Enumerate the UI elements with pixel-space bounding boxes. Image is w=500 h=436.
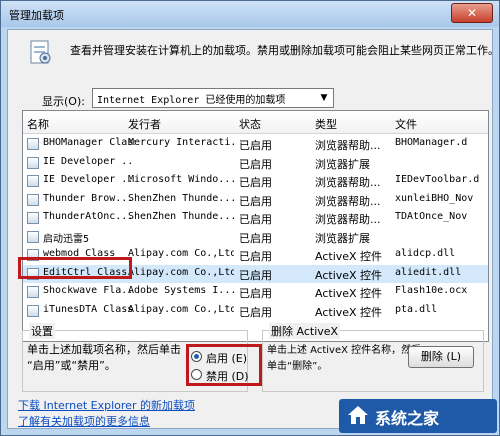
table-cell: 已启用 [239,176,272,189]
table-cell: BHOManager.d [395,137,468,148]
table-cell: TDAtOnce_Nov [395,211,468,222]
table-cell: ShenZhen Thunde... [128,211,234,222]
table-cell: IE Developer ... [43,155,135,167]
addon-icon [27,156,39,169]
delete-button[interactable]: 删除 (L) [408,346,474,368]
table-cell: 浏览器帮助... [315,176,381,189]
table-cell: 已启用 [239,287,272,300]
table-header: 名称 发行者 状态 类型 文件 [23,111,488,134]
addon-icon [27,304,39,317]
table-cell: alidcp.dll [395,248,456,259]
delete-hint-line2: 单击“删除”。 [267,361,328,372]
addon-icon [27,175,39,187]
table-row[interactable]: ThunderAtOnc... ShenZhen Thunde... 已启用 浏览器帮… [23,209,488,227]
column-header[interactable]: 类型 [315,116,337,132]
table-cell: ActiveX 控件 [315,287,383,300]
table-cell: pta.dll [395,303,438,315]
table-cell: Shockwave Fla... [43,285,135,296]
table-cell: Alipay.com Co.,Ltd [128,303,234,315]
table-cell: 已启用 [239,268,272,282]
header-description: 查看并管理安装在计算机上的加载项。禁用或删除加载项可能会阻止某些网页正常工作。 [70,44,499,57]
table-cell: 已启用 [239,139,272,152]
close-button[interactable]: ✕ [451,3,493,23]
table-cell: ActiveX 控件 [315,268,383,282]
table-cell: 已启用 [239,157,272,171]
highlight-radio-group [186,344,262,386]
table-row[interactable]: Thunder Brow... ShenZhen Thunde... 已启用 浏览器帮… [23,191,488,209]
table-cell: iTunesDTA Class [43,303,134,315]
addon-icon [27,286,39,298]
dialog-body: 查看并管理安装在计算机上的加载项。禁用或删除加载项可能会阻止某些网页正常工作。 … [7,29,499,429]
table-cell: aliedit.dll [395,266,462,278]
watermark-text: 系统之家 [375,409,440,428]
table-cell: Adobe Systems I... [128,285,234,296]
manage-addons-window: 管理加载项 ✕ 查看并管理安装在计算机上的加载项。禁用或删除加载项可能会阻止某些… [0,0,500,436]
highlight-editctrl-row [18,257,132,279]
table-cell: 已启用 [239,194,272,208]
table-cell: 浏览器帮助... [315,139,381,152]
table-cell: 已启用 [239,305,272,319]
table-cell: IE Developer ... [43,174,135,185]
table-cell: xunleiBHO_Nov [395,192,474,204]
show-label: 显示(O): [42,95,85,108]
column-header[interactable]: 状态 [239,116,261,132]
table-cell: ShenZhen Thunde... [128,192,234,204]
table-cell: Microsoft Windo... [128,174,234,185]
delete-hint-line1: 单击上述 ActiveX 控件名称，然后 [267,345,422,356]
show-dropdown-value: Internet Explorer 已经使用的加载项 [97,95,286,106]
column-header[interactable]: 文件 [395,116,417,132]
addon-icon [27,230,39,243]
addons-table: 名称 发行者 状态 类型 文件 BHOManager Class Mercury Inte… [22,110,489,342]
settings-hint-line1: 单击上述加载项名称，然后单击 [27,343,181,356]
table-cell: 浏览器帮助... [315,194,381,208]
table-cell: Mercury Interacti... [128,137,234,148]
table-cell: 已启用 [239,231,272,245]
learn-more-link[interactable]: 了解有关加载项的更多信息 [18,413,150,429]
column-header[interactable]: 发行者 [128,116,161,132]
house-logo-icon [348,406,368,424]
table-cell: ThunderAtOnc... [43,211,134,222]
settings-title: 设置 [29,323,55,339]
table-cell: Alipay.com Co.,Ltd [128,248,234,259]
table-cell: 浏览器扩展 [315,157,370,171]
addon-icon [27,138,39,150]
table-cell: Thunder Brow... [43,192,134,204]
table-cell: 已启用 [239,213,272,226]
window-title: 管理加载项 [9,9,64,22]
table-row[interactable]: Shockwave Fla... Adobe Systems I... 已启用 Act… [23,283,488,301]
addon-icon [27,193,39,206]
title-bar: 管理加载项 ✕ [1,1,499,27]
show-dropdown[interactable]: Internet Explorer 已经使用的加载项 ▼ [92,88,334,108]
addons-gear-icon [30,40,51,64]
download-addons-link[interactable]: 下载 Internet Explorer 的新加载项 [18,397,195,413]
table-row[interactable]: IE Developer ... Microsoft Windo... 已启用 浏览器… [23,172,488,190]
table-row[interactable]: IE Developer ... 已启用 浏览器扩展 [23,154,488,172]
table-cell: Alipay.com Co.,Ltd [128,266,234,278]
table-cell: 启动迅雷5 [43,233,90,245]
table-cell: 浏览器帮助... [315,213,381,226]
table-cell: BHOManager Class [43,137,135,148]
addon-icon [27,212,39,224]
watermark-badge: 系统之家 [339,399,497,433]
column-header[interactable]: 名称 [27,116,49,132]
table-cell: IEDevToolbar.dl [395,174,480,185]
table-row[interactable]: 启动迅雷5 已启用 浏览器扩展 [23,228,488,246]
table-cell: ActiveX 控件 [315,305,383,319]
table-cell: 已启用 [239,250,272,263]
chevron-down-icon: ▼ [320,93,328,103]
table-row[interactable]: iTunesDTA Class Alipay.com Co.,Ltd 已启用 Acti… [23,302,488,320]
table-row[interactable]: BHOManager ClassMercury Interacti... 已启用 浏… [23,135,488,153]
table-cell: Flash10e.ocx [395,285,468,296]
table-cell: 浏览器扩展 [315,231,370,245]
delete-activex-title: 删除 ActiveX [269,323,341,339]
table-cell: ActiveX 控件 [315,250,383,263]
settings-hint-line2: “启用”或“禁用”。 [27,359,116,372]
